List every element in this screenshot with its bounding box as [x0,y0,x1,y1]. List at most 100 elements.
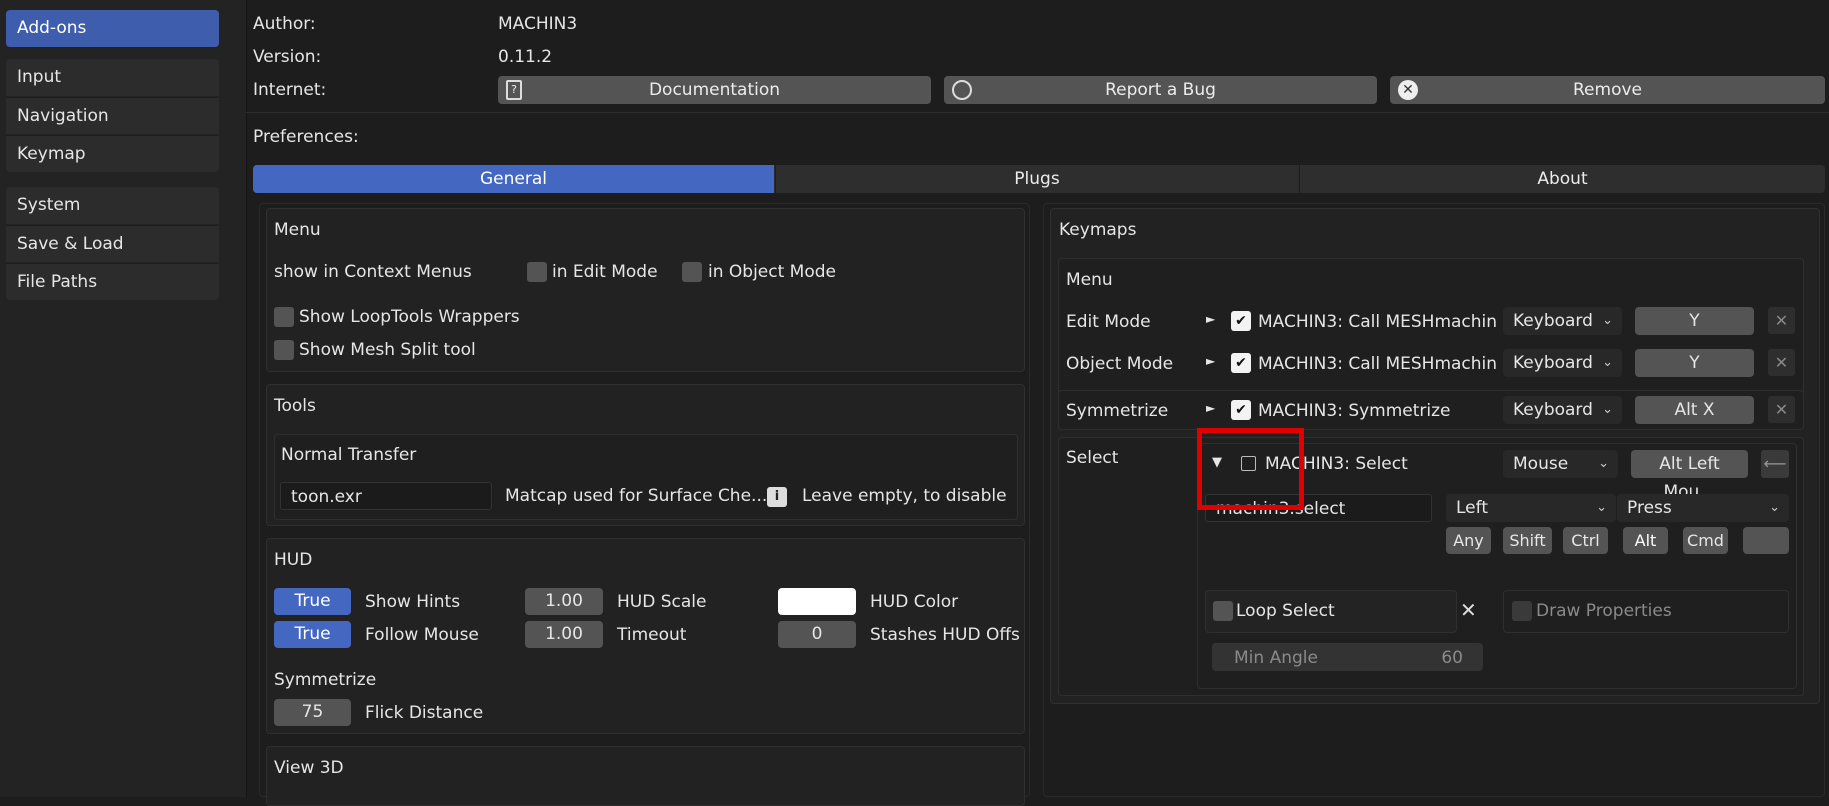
stashes-label: Stashes HUD Offs [870,625,1020,645]
sidebar-divider [246,0,247,797]
internet-label: Internet: [253,80,327,100]
documentation-label: Documentation [648,80,781,100]
min-angle-slider[interactable]: Min Angle 60 [1212,643,1483,671]
close-icon[interactable]: ✕ [1768,396,1795,423]
device-label: Mouse [1513,454,1569,474]
keymap-symmetrize-name: MACHIN3: Symmetrize [1258,401,1451,421]
keymap-object-mode-label: Object Mode [1066,354,1174,374]
stashes-offset-field[interactable]: 0 [778,621,856,648]
report-bug-button[interactable]: Report a Bug [944,76,1377,104]
sidebar: Add-ons Input Navigation Keymap System S… [0,0,246,797]
modifier-any[interactable]: Any [1446,527,1491,554]
matcap-label: Matcap used for Surface Che... [505,486,768,506]
keymap-edit-mode-key[interactable]: Y [1635,307,1754,335]
normal-transfer-label: Normal Transfer [281,445,417,465]
remove-label: Remove [1573,80,1642,100]
report-bug-label: Report a Bug [1105,80,1216,100]
arrow-left-icon[interactable]: ⟵ [1761,450,1789,478]
tab-general[interactable]: General [253,165,774,193]
looptools-checkbox[interactable] [274,307,294,327]
timeout-field[interactable]: 1.00 [525,621,603,648]
author-label: Author: [253,14,316,34]
object-mode-label: in Object Mode [708,262,836,282]
keymap-select-device[interactable]: Mouse ⌄ [1503,450,1618,478]
follow-mouse-toggle[interactable]: True [274,621,351,648]
keymap-object-mode-name: MACHIN3: Call MESHmachin [1258,354,1498,374]
expand-arrow-icon[interactable]: ► [1206,401,1215,415]
draw-properties-checkbox[interactable] [1512,601,1532,621]
highlight-box [1197,428,1304,510]
tab-plugs[interactable]: Plugs [775,165,1298,193]
keymap-edit-mode-name: MACHIN3: Call MESHmachin [1258,312,1498,332]
version-value: 0.11.2 [498,47,553,67]
chevron-down-icon: ⌄ [1598,456,1609,471]
keymap-symmetrize-key[interactable]: Alt X [1635,396,1754,424]
device-label: Keyboard [1513,311,1593,331]
loop-select-label: Loop Select [1236,601,1335,621]
mesh-split-label: Show Mesh Split tool [299,340,476,360]
modifier-ctrl[interactable]: Ctrl [1563,527,1608,554]
show-hints-toggle[interactable]: True [274,588,351,615]
author-value: MACHIN3 [498,14,578,34]
close-icon[interactable]: ✕ [1768,307,1795,334]
sidebar-item-addons[interactable]: Add-ons [6,10,219,47]
sidebar-item-system[interactable]: System [6,187,219,224]
sidebar-item-keymap[interactable]: Keymap [6,135,219,172]
modifier-cmd[interactable]: Cmd [1683,527,1728,554]
key-modifier-field[interactable] [1743,527,1789,554]
view3d-title: View 3D [274,758,344,778]
chevron-down-icon: ⌄ [1602,402,1613,417]
flick-distance-field[interactable]: 75 [274,699,351,726]
keymap-select-key[interactable]: Alt Left Mou... [1631,450,1748,502]
keymap-edit-mode-checkbox[interactable]: ✔ [1231,311,1251,331]
expand-arrow-icon[interactable]: ► [1206,312,1215,326]
draw-properties-label: Draw Properties [1536,601,1672,621]
event-type-dropdown[interactable]: Press ⌄ [1617,494,1789,522]
device-label: Keyboard [1513,353,1593,373]
edit-mode-checkbox[interactable] [527,262,547,282]
mouse-button-dropdown[interactable]: Left ⌄ [1446,494,1616,522]
keymap-edit-mode-label: Edit Mode [1066,312,1151,332]
keymap-edit-mode-device[interactable]: Keyboard ⌄ [1503,307,1622,335]
sidebar-item-file-paths[interactable]: File Paths [6,263,219,300]
looptools-label: Show LoopTools Wrappers [299,307,520,327]
close-icon[interactable]: ✕ [1768,349,1795,376]
documentation-button[interactable]: ? Documentation [498,76,931,104]
keymaps-menu-title: Menu [1066,270,1113,290]
keymap-object-mode-key[interactable]: Y [1635,349,1754,377]
book-icon: ? [506,80,522,100]
context-menus-label: show in Context Menus [274,262,472,282]
preferences-label: Preferences: [253,127,359,147]
keymap-object-mode-device[interactable]: Keyboard ⌄ [1503,349,1622,377]
keymap-symmetrize-device[interactable]: Keyboard ⌄ [1503,396,1622,424]
chevron-down-icon: ⌄ [1596,500,1607,515]
hud-scale-field[interactable]: 1.00 [525,588,603,615]
version-label: Version: [253,47,322,67]
object-mode-checkbox[interactable] [682,262,702,282]
hud-scale-label: HUD Scale [617,592,707,612]
matcap-input[interactable]: toon.exr [280,482,492,510]
tab-about[interactable]: About [1299,165,1825,193]
keymap-symmetrize-checkbox[interactable]: ✔ [1231,400,1251,420]
loop-select-checkbox[interactable] [1213,601,1233,621]
keymap-select-label: Select [1066,448,1119,468]
chevron-down-icon: ⌄ [1769,500,1780,515]
menu-panel-title: Menu [274,220,321,240]
sidebar-item-navigation[interactable]: Navigation [6,97,219,134]
info-icon: i [767,487,787,507]
sidebar-item-input[interactable]: Input [6,59,219,96]
chevron-down-icon: ⌄ [1602,355,1613,370]
remove-button[interactable]: ✕ Remove [1390,76,1825,104]
timeout-label: Timeout [617,625,687,645]
close-icon[interactable]: ✕ [1460,598,1477,622]
modifier-alt[interactable]: Alt [1623,527,1668,554]
close-circle-icon: ✕ [1398,80,1418,100]
matcap-hint: Leave empty, to disable [802,486,1007,506]
sidebar-item-save-load[interactable]: Save & Load [6,225,219,262]
expand-arrow-icon[interactable]: ► [1206,354,1215,368]
hud-color-swatch[interactable] [778,588,856,615]
mesh-split-checkbox[interactable] [274,340,294,360]
modifier-shift[interactable]: Shift [1503,527,1552,554]
keymap-object-mode-checkbox[interactable]: ✔ [1231,353,1251,373]
min-angle-value: 60 [1441,648,1463,668]
